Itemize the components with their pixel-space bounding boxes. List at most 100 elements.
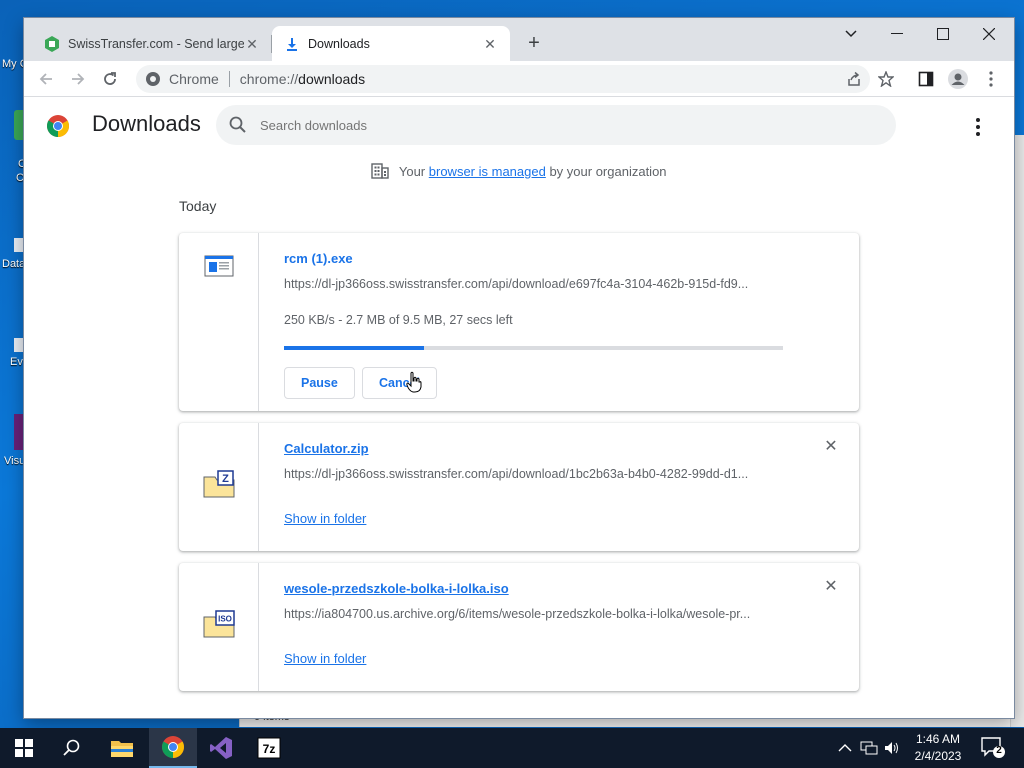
notification-center-button[interactable]: 2 (980, 736, 1006, 760)
progress-bar (284, 346, 783, 350)
chevron-up-icon[interactable] (838, 743, 852, 753)
side-panel-button[interactable] (914, 67, 938, 91)
remove-item-button[interactable]: ✕ (823, 439, 839, 455)
avatar-icon (948, 69, 968, 89)
svg-text:7z: 7z (263, 742, 276, 756)
system-tray (838, 728, 900, 768)
close-window-button[interactable] (966, 18, 1012, 50)
start-button[interactable] (0, 728, 48, 768)
downloads-menu-button[interactable] (968, 115, 988, 139)
close-icon[interactable]: ✕ (244, 36, 260, 52)
iso-file-icon: ISO (203, 610, 235, 638)
7zip-icon: 7z (257, 737, 281, 759)
visual-studio-icon (210, 737, 232, 759)
7zip-taskbar-button[interactable]: 7z (245, 728, 293, 768)
file-url[interactable]: https://ia804700.us.archive.org/6/items/… (284, 607, 784, 621)
show-in-folder-link[interactable]: Show in folder (284, 511, 366, 526)
clock-date: 2/4/2023 (914, 749, 962, 763)
url-scheme: chrome:// (239, 71, 299, 87)
maximize-button[interactable] (920, 18, 966, 50)
download-status: 250 KB/s - 2.7 MB of 9.5 MB, 27 secs lef… (284, 313, 513, 327)
tab-search-button[interactable] (828, 18, 874, 50)
file-icon-column (179, 233, 259, 411)
search-icon (229, 116, 246, 133)
omnibox-separator (228, 71, 230, 87)
chrome-logo-icon (47, 115, 69, 137)
reload-button[interactable] (98, 67, 122, 91)
downloads-page: Downloads Your browser is managed by you… (24, 97, 1014, 718)
close-icon (983, 28, 995, 40)
profile-button[interactable] (946, 67, 970, 91)
swisstransfer-icon (44, 35, 60, 52)
forward-arrow-icon (72, 73, 85, 85)
svg-text:Z: Z (222, 473, 229, 485)
chrome-menu-button[interactable] (979, 67, 1003, 91)
progress-fill (284, 346, 424, 350)
desktop-icon-label[interactable]: C (16, 172, 24, 184)
search-taskbar-button[interactable] (48, 728, 96, 768)
downloads-header: Downloads (24, 97, 1014, 153)
download-icon (284, 36, 300, 52)
download-item: rcm (1).exe https://dl-jp366oss.swisstra… (179, 233, 859, 411)
maximize-icon (937, 28, 949, 40)
managed-prefix: Your (398, 164, 426, 179)
dot (976, 118, 980, 122)
chrome-site-icon[interactable] (145, 71, 161, 87)
back-arrow-icon (39, 73, 52, 85)
desktop-icon-label[interactable]: Visu (4, 455, 25, 467)
remove-item-button[interactable]: ✕ (823, 579, 839, 595)
file-name-link[interactable]: Calculator.zip (284, 441, 369, 456)
back-button[interactable] (34, 67, 58, 91)
star-icon (878, 71, 894, 87)
tab-swisstransfer[interactable]: SwissTransfer.com - Send large fi ✕ (32, 26, 272, 61)
file-name-link[interactable]: wesole-przedszkole-bolka-i-lolka.iso (284, 581, 509, 596)
clock[interactable]: 1:46 AM 2/4/2023 (905, 731, 971, 765)
exe-file-icon (204, 255, 234, 277)
file-url[interactable]: https://dl-jp366oss.swisstransfer.com/ap… (284, 467, 784, 481)
tab-title: SwissTransfer.com - Send large fi (68, 36, 244, 51)
forward-button[interactable] (66, 67, 90, 91)
building-icon (371, 163, 390, 179)
managed-link[interactable]: browser is managed (429, 164, 546, 179)
chrome-logo-icon (162, 736, 184, 758)
file-icon-column: ISO (179, 563, 259, 691)
managed-notice: Your browser is managed by your organiza… (24, 163, 1014, 179)
visual-studio-taskbar-button[interactable] (197, 728, 245, 768)
file-explorer-taskbar-button[interactable] (98, 728, 146, 768)
managed-suffix: by your organization (549, 164, 667, 179)
minimize-icon (891, 33, 903, 34)
close-icon[interactable]: ✕ (482, 36, 498, 52)
new-tab-button[interactable]: + (522, 32, 546, 56)
hand-cursor-icon (406, 371, 422, 393)
file-name: rcm (1).exe (284, 251, 353, 266)
minimize-button[interactable] (874, 18, 920, 50)
chrome-window: SwissTransfer.com - Send large fi ✕ Down… (24, 18, 1014, 718)
volume-icon[interactable] (884, 741, 900, 755)
bookmark-button[interactable] (874, 67, 898, 91)
chevron-down-icon (845, 30, 857, 38)
cancel-button[interactable]: Cancel (362, 367, 437, 399)
download-item: Z Calculator.zip https://dl-jp366oss.swi… (179, 423, 859, 551)
file-icon-column: Z (179, 423, 259, 551)
tab-strip: SwissTransfer.com - Send large fi ✕ Down… (24, 18, 1014, 61)
chrome-taskbar-button[interactable] (149, 728, 197, 768)
share-button[interactable] (842, 67, 866, 91)
download-item: ISO wesole-przedszkole-bolka-i-lolka.iso… (179, 563, 859, 691)
address-bar[interactable]: Chrome chrome:// downloads (136, 65, 870, 93)
pause-button[interactable]: Pause (284, 367, 355, 399)
show-in-folder-link[interactable]: Show in folder (284, 651, 366, 666)
file-url[interactable]: https://dl-jp366oss.swisstransfer.com/ap… (284, 277, 784, 291)
clock-time: 1:46 AM (915, 732, 961, 746)
desktop-icon-label[interactable]: Data (2, 258, 25, 270)
url-path: downloads (298, 71, 366, 87)
desktop-icon-label[interactable]: Ev (10, 356, 23, 368)
page-title: Downloads (92, 111, 201, 136)
search-icon (63, 739, 80, 756)
dot (976, 132, 980, 136)
search-box[interactable] (216, 105, 896, 145)
tab-downloads[interactable]: Downloads ✕ (272, 26, 510, 61)
taskbar: 7z 1:46 AM 2/4/2023 2 (0, 728, 1024, 768)
notification-count: 2 (996, 745, 1002, 756)
network-icon[interactable] (860, 741, 878, 755)
search-input[interactable] (260, 117, 820, 133)
